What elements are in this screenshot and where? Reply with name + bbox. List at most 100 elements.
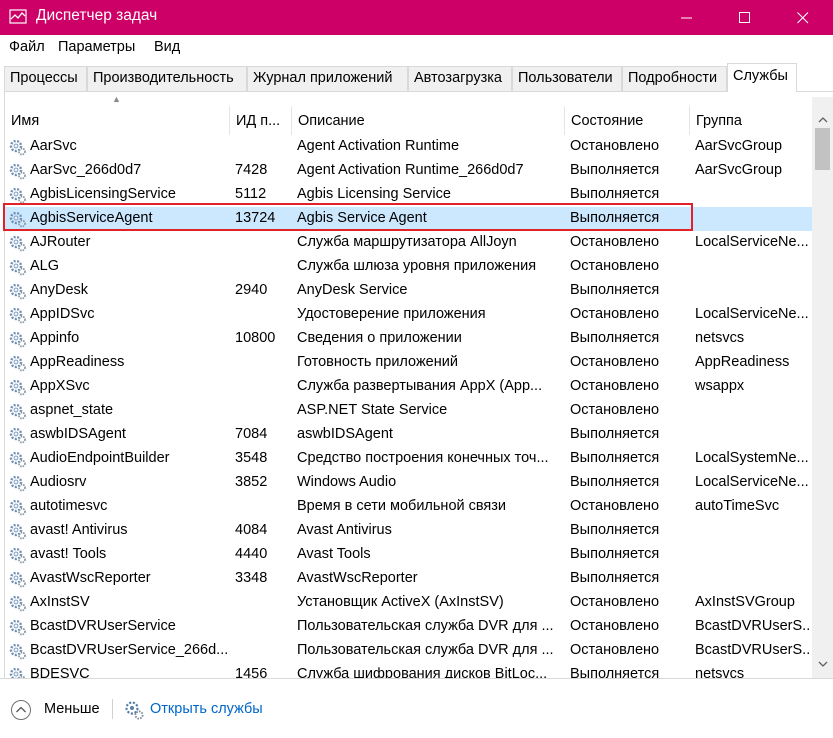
table-row[interactable]: AJRouter Служба маршрутизатора AllJoyn Ост… [5,231,816,255]
table-row[interactable]: autotimesvc Время в сети мобильной связи О… [5,495,816,519]
service-state: Выполняется [570,570,660,586]
table-row[interactable]: AxInstSV Установщик ActiveX (AxInstSV) Ост… [5,591,816,615]
service-name: BDESVC [30,666,90,678]
service-name: AppXSvc [30,378,90,394]
chevron-up-circle-icon[interactable] [10,699,32,725]
service-gear-icon [8,642,27,660]
service-name: AnyDesk [30,282,89,298]
menu-options[interactable]: Параметры [58,39,135,55]
service-group [695,567,811,591]
table-row[interactable]: Appinfo 10800 Сведения о приложении Выполня… [5,327,816,351]
service-description: Служба маршрутизатора AllJoyn [297,234,517,250]
service-description: Agent Activation Runtime_266d0d7 [297,162,524,178]
service-group [695,183,811,207]
table-row[interactable]: aswbIDSAgent 7084 aswbIDSAgent Выполняется [5,423,816,447]
scroll-up-icon[interactable] [812,111,833,128]
table-row[interactable]: AppIDSvc Удостоверение приложения Остановл… [5,303,816,327]
service-state: Остановлено [570,258,660,274]
column-name[interactable]: Имя [5,106,229,135]
service-group [695,399,811,423]
minimize-button[interactable] [664,0,710,35]
service-state: Выполняется [570,522,660,538]
table-row[interactable]: avast! Antivirus 4084 Avast Antivirus Выпол… [5,519,816,543]
service-group: wsappx [695,378,745,394]
tab-details[interactable]: Подробности [622,66,727,91]
vertical-scrollbar[interactable] [812,97,833,678]
tab-performance[interactable]: Производительность [87,66,247,91]
service-gear-icon [8,474,27,492]
service-group: AppReadiness [695,354,790,370]
open-services-link[interactable]: Открыть службы [150,701,263,717]
service-group: BcastDVRUserS... [695,642,811,658]
service-gear-icon [8,258,27,276]
fewer-details-button[interactable]: Меньше [44,701,100,717]
service-name: Appinfo [30,330,80,346]
table-row[interactable]: BcastDVRUserService_266d... Пользовательс… [5,639,816,663]
service-description: Средство построения конечных точ... [297,450,549,466]
service-group [695,255,811,279]
table-row[interactable]: avast! Tools 4440 Avast Tools Выполняется [5,543,816,567]
service-state: Выполняется [570,546,660,562]
column-state[interactable]: Состояние [564,106,689,135]
tab-processes[interactable]: Процессы [4,66,87,91]
tab-startup[interactable]: Автозагрузка [408,66,512,91]
service-description: Служба шифрования дисков BitLoc... [297,666,548,678]
table-row[interactable]: AarSvc_266d0d7 7428 Agent Activation Runti… [5,159,816,183]
service-name: Audiosrv [30,474,87,490]
tab-app-history[interactable]: Журнал приложений [247,66,408,91]
table-row[interactable]: AarSvc Agent Activation Runtime Остановлен… [5,135,816,159]
column-header: Имя ИД п... Описание Состояние Группа [5,106,816,135]
service-pid: 3548 [235,450,268,466]
service-name: aspnet_state [30,402,114,418]
table-row[interactable]: BDESVC 1456 Служба шифрования дисков BitLo… [5,663,816,678]
service-pid [235,135,291,159]
table-row[interactable]: AvastWscReporter 3348 AvastWscReporter Выпо… [5,567,816,591]
service-description: Agent Activation Runtime [297,138,460,154]
close-button[interactable] [780,0,826,35]
column-description[interactable]: Описание [291,106,564,135]
service-name: BcastDVRUserService [30,618,176,634]
column-pid[interactable]: ИД п... [229,106,291,135]
service-state: Остановлено [570,234,660,250]
service-gear-icon [8,138,27,156]
table-row[interactable]: BcastDVRUserService Пользовательская служ… [5,615,816,639]
menu-view[interactable]: Вид [154,39,180,55]
scroll-down-icon[interactable] [812,655,833,672]
service-state: Остановлено [570,354,660,370]
service-gear-icon [8,618,27,636]
service-pid: 3348 [235,570,268,586]
service-state: Выполняется [570,666,660,678]
table-row[interactable]: AppXSvc Служба развертывания AppX (App...… [5,375,816,399]
task-manager-icon [9,8,27,30]
service-name: ALG [30,258,60,274]
service-description: Сведения о приложении [297,330,462,346]
maximize-button[interactable] [722,0,768,35]
tab-services[interactable]: Службы [727,63,797,92]
service-state: Остановлено [570,594,660,610]
table-row[interactable]: aspnet_state ASP.NET State Service Останов… [5,399,816,423]
column-group[interactable]: Группа [689,106,816,135]
service-pid [235,351,291,375]
title-bar[interactable]: Диспетчер задач [0,0,833,35]
service-gear-icon [8,594,27,612]
service-group: LocalServiceNe... [695,234,809,250]
service-state: Выполняется [570,450,660,466]
service-description: Пользовательская служба DVR для ... [297,642,554,658]
service-group: LocalServiceNe... [695,306,809,322]
menu-file[interactable]: Файл [9,39,45,55]
tab-users[interactable]: Пользователи [512,66,622,91]
sort-ascending-icon: ▲ [112,94,121,104]
table-row[interactable]: ALG Служба шлюза уровня приложения Останов… [5,255,816,279]
table-row[interactable]: AppReadiness Готовность приложений Останов… [5,351,816,375]
service-group: AarSvcGroup [695,138,783,154]
scrollbar-thumb[interactable] [815,128,830,170]
service-state: Остановлено [570,498,660,514]
service-name: AJRouter [30,234,91,250]
table-row[interactable]: AudioEndpointBuilder 3548 Средство построе… [5,447,816,471]
menu-bar: Файл Параметры Вид [0,35,833,61]
service-state: Выполняется [570,162,660,178]
table-row[interactable]: Audiosrv 3852 Windows Audio Выполняется Loca… [5,471,816,495]
tab-bar: Процессы Производительность Журнал прило… [0,61,833,92]
table-row[interactable]: AnyDesk 2940 AnyDesk Service Выполняется [5,279,816,303]
service-group: autoTimeSvc [695,498,780,514]
